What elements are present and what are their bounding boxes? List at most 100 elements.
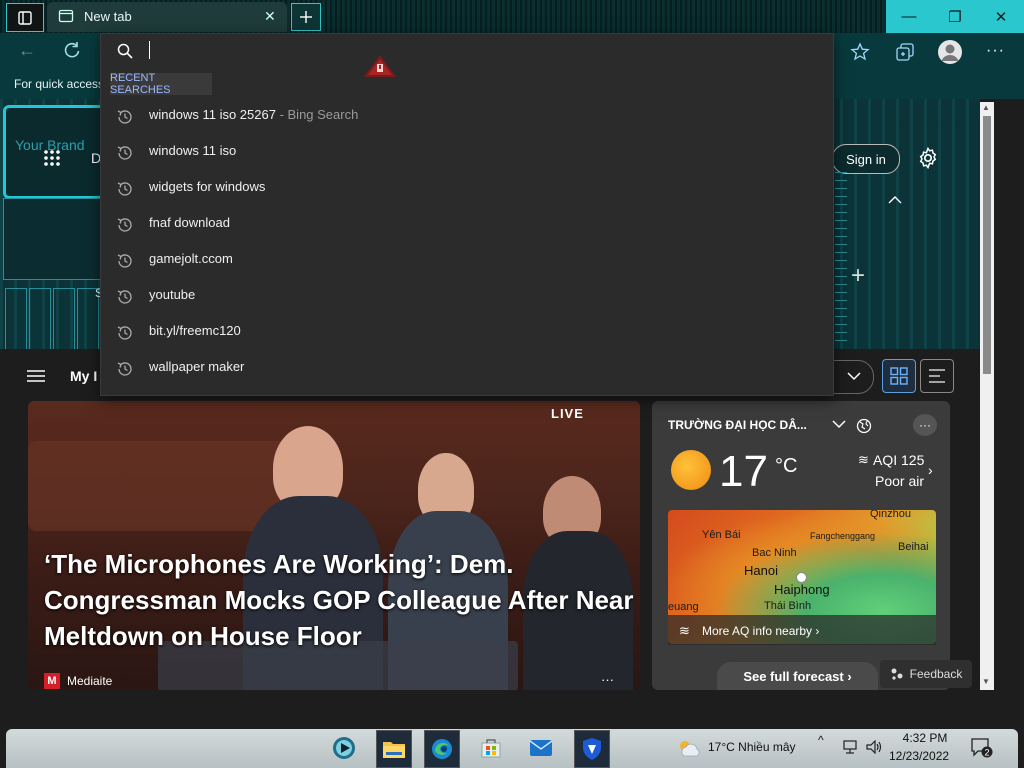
history-clock-icon (116, 324, 134, 342)
more-aq-info-link[interactable]: More AQ info nearby › (702, 624, 819, 638)
recent-search-item[interactable]: windows 11 iso 25267 - Bing Search (101, 98, 831, 134)
add-quick-link-icon[interactable]: + (851, 262, 865, 290)
history-clock-icon (116, 288, 134, 306)
wallpaper-panel (3, 198, 101, 280)
grid-view-icon[interactable] (882, 359, 916, 393)
recent-search-item[interactable]: youtube (101, 278, 831, 314)
weather-more-options-icon[interactable]: ··· (913, 414, 937, 436)
file-explorer-icon[interactable] (376, 730, 412, 768)
recent-search-item[interactable]: windows 11 iso (101, 134, 831, 170)
tab-actions-icon[interactable] (6, 3, 44, 32)
browser-tab[interactable] (47, 2, 287, 32)
weather-location[interactable]: TRƯỜNG ĐẠI HỌC DÂ... (668, 418, 807, 432)
refresh-icon[interactable] (62, 40, 82, 60)
clock-date[interactable]: 12/23/2022 (889, 749, 949, 763)
recent-search-text: bit.yl/freemc120 (149, 323, 241, 338)
address-input-caret[interactable] (149, 41, 150, 59)
wallpaper-bars (3, 288, 99, 350)
history-clock-icon (116, 252, 134, 270)
feedback-label: Feedback (909, 667, 963, 681)
close-tab-icon[interactable]: ✕ (264, 8, 276, 25)
recent-searches-label: RECENT SEARCHES (110, 72, 212, 96)
notification-center-icon[interactable]: 2 (971, 738, 993, 758)
menu-hamburger-icon[interactable] (27, 369, 45, 383)
sign-in-button[interactable]: Sign in (832, 144, 900, 174)
globe-icon[interactable] (856, 418, 872, 434)
collections-icon[interactable] (895, 42, 915, 62)
media-player-icon[interactable] (327, 730, 361, 766)
hero-source[interactable]: Mediaite (67, 674, 112, 688)
location-chevron-down-icon[interactable] (832, 420, 846, 429)
network-icon[interactable] (843, 740, 861, 754)
map-label-haiphong: Haiphong (774, 582, 830, 597)
new-tab-page-icon (58, 8, 74, 24)
close-window-icon[interactable]: ✕ (978, 0, 1024, 33)
recent-search-item[interactable]: bit.yl/freemc120 (101, 314, 831, 350)
notification-count: 2 (984, 748, 989, 758)
map-label-euang: euang (668, 601, 699, 613)
aqi-chevron-right-icon[interactable]: › (928, 462, 933, 478)
temperature-unit[interactable]: °C (775, 455, 797, 478)
hero-headline[interactable]: ‘The Microphones Are Working’: Dem. Cong… (44, 546, 634, 654)
aqi-value[interactable]: AQI 125 (873, 452, 924, 468)
air-quality-small-icon: ≋ (679, 623, 690, 638)
recent-search-text: wallpaper maker (149, 359, 245, 374)
map-label-yen-bai: Yên Bái (702, 529, 741, 541)
aqi-label[interactable]: Poor air (875, 473, 924, 489)
history-clock-icon (116, 144, 134, 162)
vpn-shield-icon[interactable] (574, 730, 610, 768)
cloudy-weather-icon[interactable] (676, 738, 702, 758)
recent-search-item[interactable]: wallpaper maker (101, 350, 831, 386)
microsoft-store-icon[interactable] (474, 730, 508, 766)
recent-search-text: gamejolt.ccom (149, 251, 233, 266)
tray-overflow-chevron-icon[interactable]: ^ (818, 733, 824, 747)
scrollbar-thumb[interactable] (983, 116, 991, 374)
feed-dropdown[interactable] (830, 360, 874, 394)
mail-icon[interactable] (524, 730, 558, 766)
source-logo: M (44, 673, 60, 689)
hero-more-options-icon[interactable]: ··· (601, 672, 614, 687)
recent-search-text: windows 11 iso (149, 143, 237, 158)
map-label-beihai: Beihai (898, 541, 929, 553)
volume-icon[interactable] (866, 740, 884, 754)
page-settings-gear-icon[interactable] (916, 146, 940, 170)
recent-search-item[interactable]: gamejolt.ccom (101, 242, 831, 278)
taskbar-weather-text[interactable]: 17°C Nhiều mây (708, 740, 796, 754)
list-view-icon[interactable] (920, 359, 954, 393)
feedback-icon (890, 667, 904, 681)
recent-search-text: fnaf download (149, 215, 230, 230)
map-label-bac-ninh: Bac Ninh (752, 547, 797, 559)
minimize-icon[interactable]: — (886, 0, 932, 33)
scroll-up-arrow-icon[interactable]: ▲ (982, 103, 990, 112)
restore-icon[interactable]: ❐ (932, 0, 978, 33)
temperature-value: 17 (719, 447, 768, 496)
history-clock-icon (116, 216, 134, 234)
tab-title: New tab (84, 9, 132, 24)
map-label-hanoi: Hanoi (744, 563, 778, 578)
scroll-down-arrow-icon[interactable]: ▼ (982, 677, 990, 686)
favorites-star-icon[interactable] (850, 42, 870, 62)
profile-avatar[interactable] (938, 40, 962, 64)
sunny-weather-icon (671, 450, 711, 490)
wallpaper-decoration (835, 172, 847, 342)
back-arrow-icon[interactable]: ← (18, 40, 36, 61)
clock-time[interactable]: 4:32 PM (900, 731, 950, 745)
history-clock-icon (116, 180, 134, 198)
map-label-thai-binh: Thái Bình (764, 600, 812, 612)
recent-search-source: - Bing Search (275, 107, 359, 122)
chevron-up-icon[interactable] (887, 195, 903, 205)
recent-search-item[interactable]: fnaf download (101, 206, 831, 242)
favorites-bar-text: For quick access (14, 77, 105, 91)
recent-search-text: windows 11 iso 25267 (149, 107, 276, 122)
settings-more-icon[interactable]: ··· (986, 42, 1005, 60)
see-full-forecast-button[interactable]: See full forecast › (717, 662, 878, 690)
desktop-gap (0, 690, 1024, 728)
history-clock-icon (116, 108, 134, 126)
feed-title[interactable]: My I (70, 368, 97, 384)
app-launcher-icon[interactable] (42, 148, 62, 168)
recent-search-item[interactable]: widgets for windows (101, 170, 831, 206)
feedback-button[interactable]: Feedback (880, 660, 972, 688)
window-controls: — ❐ ✕ (886, 0, 1024, 33)
edge-browser-icon[interactable] (424, 730, 460, 768)
new-tab-button[interactable] (291, 3, 321, 31)
